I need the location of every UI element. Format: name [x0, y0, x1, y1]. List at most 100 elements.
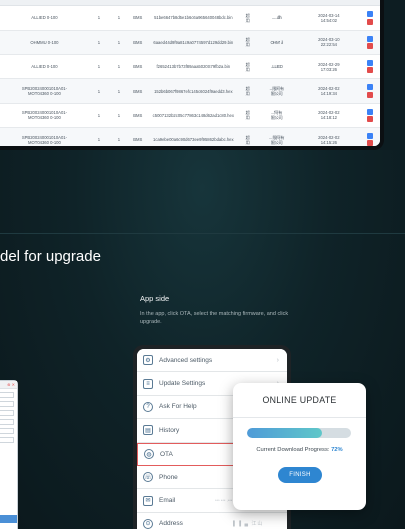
table-cell-file: 6aaed44d9f9a81c9a0774597d129dd29.bin [146, 30, 240, 56]
menu-item-label: Update Settings [159, 380, 206, 388]
edit-icon[interactable] [366, 11, 373, 18]
table-cell-file: c5007132b2c05c77863c148d62ad1c80.hex [146, 103, 240, 128]
edit-icon[interactable] [366, 132, 373, 139]
table-cell-n2: 1 [108, 6, 129, 31]
download-progress-bar [247, 428, 351, 438]
table-cell-op: 超 用 [239, 6, 256, 31]
progress-fill [247, 428, 322, 438]
edit-icon[interactable] [366, 35, 373, 42]
finish-button[interactable]: FINISH [278, 467, 322, 483]
menu-item-label: OTA [160, 450, 173, 458]
delete-icon[interactable] [366, 140, 373, 146]
delete-icon[interactable] [366, 18, 373, 25]
submit-button[interactable] [0, 515, 17, 523]
table-cell-actions [359, 6, 380, 31]
delete-icon[interactable] [366, 43, 373, 50]
menu-item-label: Email [159, 497, 176, 505]
progress-value: 72% [331, 447, 343, 453]
table-cell-file: 1ca9ebe00a6c90d673ee9f95862bdabc.hex [146, 127, 240, 146]
table-cell-n1: 1 [88, 103, 109, 128]
form-select[interactable] [0, 437, 14, 443]
table-cell-model: SPB200240001010A01- MOT04360 0-100 [0, 127, 89, 146]
form-field[interactable] [0, 419, 14, 425]
table-cell-n2: 1 [108, 78, 129, 104]
update-icon: ≡ [143, 378, 153, 389]
table-cell-n2: 1 [108, 54, 129, 80]
section-divider [0, 233, 405, 234]
table-cell-type: BMS [128, 127, 147, 146]
section-title: del for upgrade [0, 248, 101, 265]
table-cell-actions [359, 127, 380, 146]
edit-icon[interactable] [366, 108, 373, 115]
table-cell-op: 超 用 [239, 127, 256, 146]
row-actions [361, 11, 379, 25]
delete-icon[interactable] [366, 67, 373, 74]
form-field[interactable] [0, 392, 14, 398]
table-row: ALLIED 0-100 1 1 BMS f2652413b7b73f89aaa5020… [0, 54, 380, 80]
table-cell-n2: 1 [108, 103, 129, 128]
menu-item-address[interactable]: ⊙ Address ▌▐ ▄ 江山 [137, 512, 287, 529]
table-cell-model: ALLIED 0-100 [0, 54, 89, 80]
table-cell-n2: 1 [108, 30, 129, 56]
table-cell-op: 超 用 [239, 30, 256, 56]
table-cell-op: 超 用 [239, 103, 256, 128]
progress-text: Current Download Progress: 72% [233, 447, 366, 453]
table-cell-time: 2024-02-29 17:03:26 [297, 54, 360, 80]
menu-item-label: History [159, 426, 180, 434]
web-upgrade-window: ⊗ ✕ [0, 380, 18, 529]
table-cell-n1: 1 [88, 78, 109, 104]
row-actions [361, 132, 379, 146]
table-cell-model: SPB200240001010A01- MOT04360 0-100 [0, 78, 89, 104]
history-icon: ▤ [143, 425, 153, 436]
app-side-description: In the app, click OTA, select the matchi… [140, 311, 289, 325]
table-cell-type: BMS [128, 30, 147, 56]
table-cell-time: 2024-02-02 14:19:34 [297, 78, 360, 104]
online-update-dialog: ONLINE UPDATE Current Download Progress:… [233, 383, 366, 510]
table-cell-time: 2024-03-10 22:22:54 [297, 30, 360, 56]
table-cell-n1: 1 [88, 127, 109, 146]
table-cell-n1: 1 [88, 6, 109, 31]
table-cell-file: 152b6b067f9867efc145c6024f9aedd3.hex [146, 78, 240, 104]
table-cell-type: BMS [128, 54, 147, 80]
chevron-right-icon: › [276, 356, 279, 364]
table-row: SPB200240001010A01- MOT04360 0-100 1 1 BMS 1… [0, 127, 380, 146]
table-cell-type: BMS [128, 78, 147, 104]
form-field[interactable] [0, 428, 14, 434]
firmware-table-card: ALLIED 0-100 1 1 BMS 51be6647b8d5e1b6c6a9656… [0, 0, 384, 150]
table-cell-user: ...限阿有 限公司 [255, 78, 298, 104]
progress-label: Current Download Progress: [256, 447, 330, 453]
table-cell-user: OHM' .il [255, 30, 298, 56]
table-cell-file: f2652413b7b73f89aaa5020S79fb2a.bin [146, 54, 240, 80]
row-actions [361, 35, 379, 50]
table-row: OHMMU 0-100 1 1 BMS 6aaed44d9f9a81c9a0774597… [0, 30, 380, 56]
email-icon: ✉ [143, 495, 153, 506]
help-icon: ? [143, 401, 153, 412]
firmware-table: ALLIED 0-100 1 1 BMS 51be6647b8d5e1b6c6a9656… [0, 6, 380, 146]
row-actions [361, 59, 379, 74]
row-actions [361, 108, 379, 123]
menu-item-label: Phone [159, 473, 178, 481]
menu-item-advanced-settings[interactable]: ⚙ Advanced settings › [137, 349, 287, 373]
delete-icon[interactable] [366, 91, 373, 98]
phone-icon: ☏ [143, 472, 153, 483]
table-cell-user: ..LLIED [255, 54, 298, 80]
table-row: SPB200240001010A01- MOT04360 0-100 1 1 BMS c… [0, 103, 380, 128]
edit-icon[interactable] [366, 84, 373, 91]
dialog-title: ONLINE UPDATE [262, 395, 337, 405]
table-cell-actions [359, 30, 380, 56]
table-cell-actions [359, 103, 380, 128]
table-cell-n2: 1 [108, 127, 129, 146]
delete-icon[interactable] [366, 116, 373, 123]
location-icon: ⊙ [143, 518, 153, 529]
form-field[interactable] [0, 410, 14, 416]
form-field[interactable] [0, 401, 14, 407]
table-row: ALLIED 0-100 1 1 BMS 51be6647b8d5e1b6c6a9656… [0, 6, 380, 31]
table-cell-user: ... 限阿有 限公司 [255, 127, 298, 146]
table-cell-op: 超 用 [239, 54, 256, 80]
table-cell-user: ......dlh [255, 6, 298, 31]
table-cell-model: OHMMU 0-100 [0, 30, 89, 56]
table-cell-type: BMS [128, 6, 147, 31]
close-icon[interactable]: ⊗ ✕ [0, 381, 17, 389]
edit-icon[interactable] [366, 59, 373, 66]
table-cell-time: 2024-02-02 14:18:12 [297, 103, 360, 128]
